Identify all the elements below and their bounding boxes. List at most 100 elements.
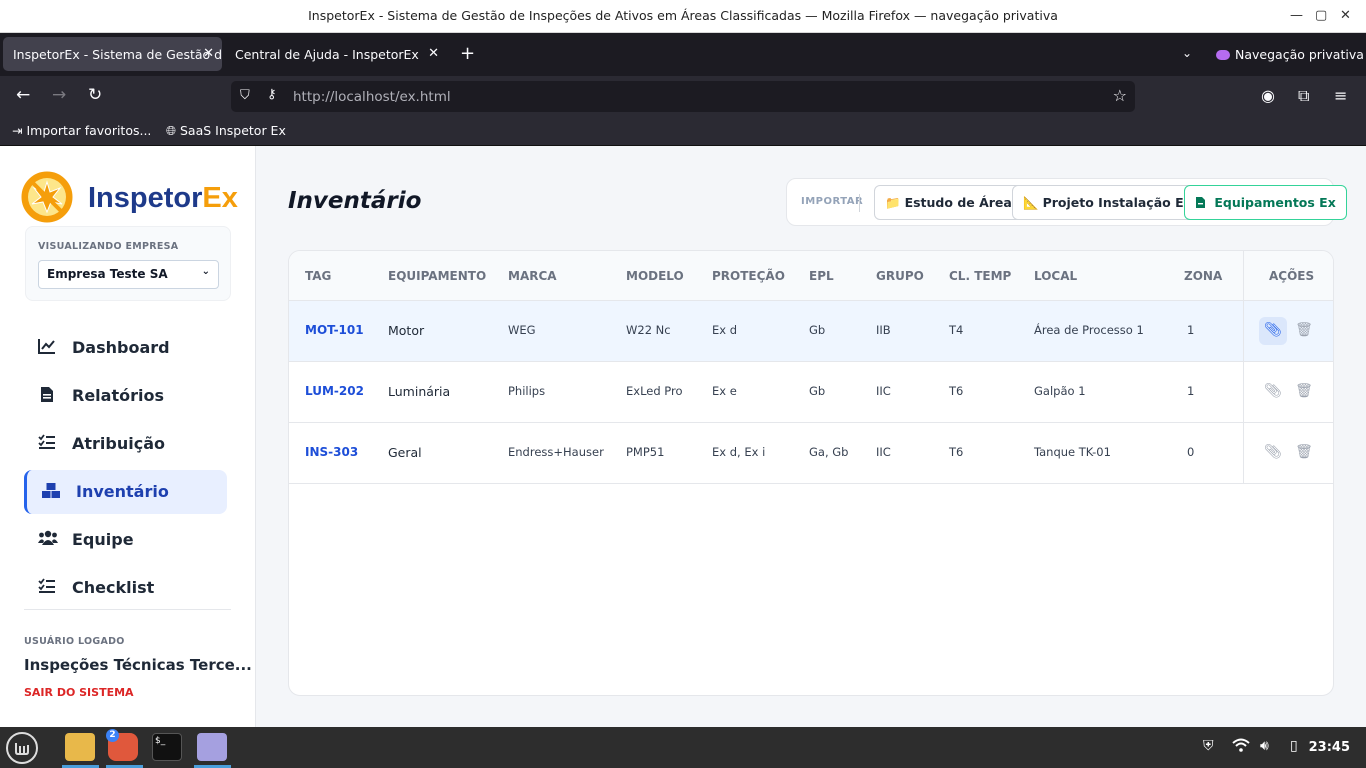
tab-label: Central de Ajuda - InspetorEx	[235, 47, 419, 62]
nav-item-atribuicao[interactable]: Atribuição	[24, 422, 227, 466]
nav-item-checklist[interactable]: Checklist	[24, 566, 227, 610]
column-header[interactable]: MODELO	[626, 269, 684, 283]
wifi-icon[interactable]	[1232, 738, 1250, 756]
import-estudo-area-button[interactable]: 📁 Estudo de Área	[874, 185, 1023, 220]
column-header[interactable]: LOCAL	[1034, 269, 1077, 283]
table-row[interactable]: LUM-202 Luminária Philips ExLed Pro Ex e…	[289, 362, 1333, 423]
reload-icon[interactable]: ↻	[88, 85, 102, 105]
column-header[interactable]: ZONA	[1184, 269, 1222, 283]
address-bar[interactable]: ⛉ ⚷ http://localhost/ex.html ☆	[231, 81, 1135, 112]
user-name: Inspeções Técnicas Terce...	[24, 656, 252, 674]
back-icon[interactable]: ←	[16, 85, 30, 105]
cell-grupo: IIC	[876, 445, 891, 459]
site-permissions-icon[interactable]: ⚷	[267, 87, 277, 102]
tracking-shield-icon[interactable]: ⛉	[240, 88, 250, 103]
logout-link[interactable]: SAIR DO SISTEMA	[24, 686, 134, 699]
ruler-icon: 📐	[1023, 195, 1039, 210]
shield-update-icon[interactable]: ⛨	[1203, 738, 1214, 754]
mint-menu-icon[interactable]	[6, 732, 38, 764]
cell-marca: WEG	[508, 323, 536, 337]
window-titlebar: InspetorEx - Sistema de Gestão de Inspeç…	[0, 0, 1366, 33]
import-divider	[859, 194, 860, 212]
cell-marca: Endress+Hauser	[508, 445, 604, 459]
import-equipamentos-button[interactable]: Equipamentos Ex	[1184, 185, 1347, 220]
button-label: Projeto Instalação Ex	[1042, 195, 1192, 210]
bookmarks-toolbar: ⇥ Importar favoritos... 🌐︎ SaaS Inspetor…	[0, 117, 1366, 146]
minimize-icon[interactable]: —	[1290, 8, 1303, 23]
extensions-icon[interactable]: ⧉	[1298, 86, 1309, 106]
column-header[interactable]: TAG	[305, 269, 331, 283]
url-text[interactable]: http://localhost/ex.html	[293, 89, 451, 105]
cell-modelo: W22 Nc	[626, 323, 671, 337]
table-row[interactable]: INS-303 Geral Endress+Hauser PMP51 Ex d,…	[289, 423, 1333, 484]
chevron-down-icon: ⌄	[201, 266, 210, 277]
close-tab-icon[interactable]: ✕	[203, 46, 214, 61]
cell-zona: 1	[1187, 323, 1195, 337]
column-header[interactable]: GRUPO	[876, 269, 924, 283]
private-browsing-indicator: Navegação privativa	[1216, 47, 1364, 62]
cell-local: Área de Processo 1	[1034, 323, 1144, 337]
column-header[interactable]: PROTEÇÃO	[712, 269, 785, 283]
bookmark-star-icon[interactable]: ☆	[1113, 86, 1127, 105]
column-header[interactable]: CL. TEMP	[949, 269, 1011, 283]
terminal-icon[interactable]: $_	[152, 733, 182, 761]
company-select[interactable]: Empresa Teste SA ⌄	[38, 260, 219, 289]
company-selector-panel: VISUALIZANDO EMPRESA Empresa Teste SA ⌄	[25, 226, 231, 301]
forward-icon[interactable]: →	[52, 85, 66, 105]
new-tab-icon[interactable]: +	[460, 43, 475, 64]
clock[interactable]: 23:45	[1309, 740, 1350, 755]
column-header[interactable]: MARCA	[508, 269, 557, 283]
table-row[interactable]: MOT-101 Motor WEG W22 Nc Ex d Gb IIB T4 …	[289, 301, 1333, 362]
bookmark-label: SaaS Inspetor Ex	[179, 123, 286, 138]
nav-label: Relatórios	[72, 386, 164, 405]
cell-modelo: PMP51	[626, 445, 665, 459]
menu-icon[interactable]: ≡	[1334, 86, 1347, 105]
cell-epl: Ga, Gb	[809, 445, 849, 459]
cell-epl: Gb	[809, 323, 826, 337]
cell-cltemp: T6	[949, 384, 964, 398]
files-folder-icon[interactable]	[65, 733, 95, 761]
column-header[interactable]: EQUIPAMENTO	[388, 269, 486, 283]
cell-equipamento: Luminária	[388, 384, 451, 399]
nav-item-relatorios[interactable]: Relatórios	[24, 374, 227, 418]
column-header[interactable]: EPL	[809, 269, 834, 283]
bookmark-saas[interactable]: 🌐︎ SaaS Inspetor Ex	[166, 123, 286, 139]
company-selected-value: Empresa Teste SA	[47, 267, 168, 281]
file-csv-icon	[1195, 195, 1210, 210]
cell-tag[interactable]: MOT-101	[305, 323, 364, 337]
close-window-icon[interactable]: ✕	[1340, 8, 1351, 23]
list-tabs-icon[interactable]: ⌄	[1182, 46, 1192, 60]
list-check-icon	[38, 434, 56, 452]
close-tab-icon[interactable]: ✕	[428, 46, 439, 61]
text-editor-icon[interactable]	[197, 733, 227, 761]
volume-icon[interactable]: 🔊︎	[1260, 738, 1269, 754]
nav-item-dashboard[interactable]: Dashboard	[24, 326, 227, 370]
account-icon[interactable]: ◉	[1261, 86, 1275, 105]
battery-icon[interactable]: ▯	[1290, 738, 1298, 754]
user-label: USUÁRIO LOGADO	[24, 636, 125, 647]
sidebar-divider	[24, 609, 231, 610]
folder-icon: 📁	[885, 195, 901, 210]
list-check-icon	[38, 578, 56, 596]
cell-equipamento: Geral	[388, 445, 422, 460]
users-icon	[38, 530, 58, 548]
import-toolbar: IMPORTAR 📁 Estudo de Área 📐 Projeto Instal…	[786, 178, 1347, 226]
chart-line-icon	[38, 338, 56, 356]
nav-label: Inventário	[76, 482, 169, 501]
maximize-icon[interactable]: ▢	[1315, 8, 1327, 23]
import-projeto-instalacao-button[interactable]: 📐 Projeto Instalação Ex	[1012, 185, 1203, 220]
table-header: TAG EQUIPAMENTO MARCA MODELO PROTEÇÃO EP…	[289, 251, 1333, 301]
window-title: InspetorEx - Sistema de Gestão de Inspeç…	[308, 8, 1058, 23]
company-label: VISUALIZANDO EMPRESA	[38, 241, 179, 252]
cell-cltemp: T4	[949, 323, 964, 337]
cell-zona: 1	[1187, 384, 1195, 398]
nav-item-inventario[interactable]: Inventário	[24, 470, 227, 514]
nav-item-equipe[interactable]: Equipe	[24, 518, 227, 562]
cell-tag[interactable]: INS-303	[305, 445, 358, 459]
cell-local: Galpão 1	[1034, 384, 1086, 398]
cell-grupo: IIC	[876, 384, 891, 398]
tab-central-ajuda[interactable]: Central de Ajuda - InspetorEx ✕	[225, 37, 447, 71]
cell-tag[interactable]: LUM-202	[305, 384, 364, 398]
bookmark-import[interactable]: ⇥ Importar favoritos...	[12, 123, 151, 138]
tab-inspetorex[interactable]: InspetorEx - Sistema de Gestão d ✕	[3, 37, 222, 71]
